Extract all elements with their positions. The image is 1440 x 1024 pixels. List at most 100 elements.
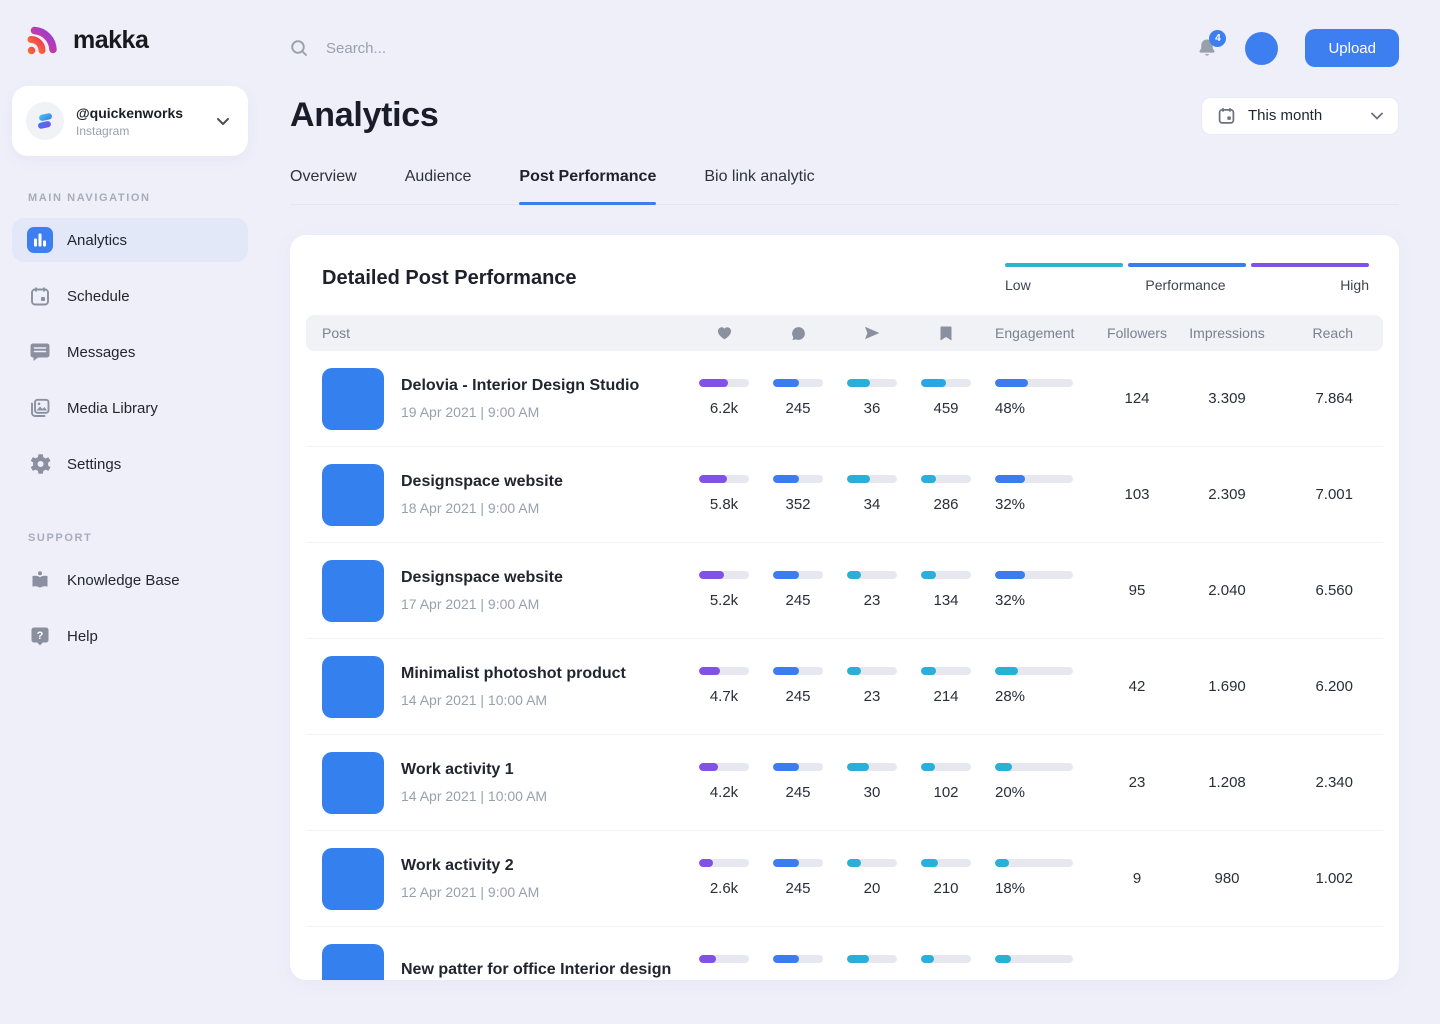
likes-value: 6.2k — [710, 400, 738, 418]
svg-text:?: ? — [37, 630, 44, 642]
table-row[interactable]: Designspace website 18 Apr 2021 | 9:00 A… — [306, 447, 1383, 543]
impressions-cell: 2.040 — [1177, 582, 1277, 600]
comments-metric: 245 — [761, 379, 835, 418]
sidebar-item-knowledge-base[interactable]: Knowledge Base — [12, 558, 248, 602]
table-row[interactable]: New patter for office Interior design — [306, 927, 1383, 980]
post-thumbnail[interactable] — [322, 752, 384, 814]
legend-mid-bar — [1128, 263, 1246, 267]
legend-low-bar — [1005, 263, 1123, 267]
upload-button[interactable]: Upload — [1305, 29, 1399, 67]
sidebar-item-schedule[interactable]: Schedule — [12, 274, 248, 318]
followers-value: 9 — [1133, 870, 1141, 887]
sidebar-item-messages[interactable]: Messages — [12, 330, 248, 374]
impressions-cell: 1.690 — [1177, 678, 1277, 696]
post-thumbnail[interactable] — [322, 368, 384, 430]
tab-bio-link-analytic[interactable]: Bio link analytic — [704, 160, 814, 204]
engagement-value: 48% — [995, 400, 1025, 418]
card-title: Detailed Post Performance — [322, 267, 577, 290]
comments-metric — [761, 955, 835, 980]
tab-post-performance[interactable]: Post Performance — [519, 160, 656, 204]
impressions-cell: 980 — [1177, 870, 1277, 888]
post-thumbnail[interactable] — [322, 656, 384, 718]
search-input[interactable] — [326, 40, 646, 57]
table-row[interactable]: Delovia - Interior Design Studio 19 Apr … — [306, 351, 1383, 447]
sidebar-item-analytics[interactable]: Analytics — [12, 218, 248, 262]
user-avatar[interactable] — [1245, 32, 1278, 65]
table-row[interactable]: Work activity 1 14 Apr 2021 | 10:00 AM 4… — [306, 735, 1383, 831]
post-thumbnail[interactable] — [322, 560, 384, 622]
image-icon — [27, 397, 53, 419]
reach-value: 2.340 — [1315, 774, 1353, 791]
sidebar-item-media-library[interactable]: Media Library — [12, 386, 248, 430]
comments-bar — [773, 571, 823, 579]
table-row[interactable]: Designspace website 17 Apr 2021 | 9:00 A… — [306, 543, 1383, 639]
followers-value: 103 — [1124, 486, 1149, 503]
sidebar-item-label: Settings — [67, 456, 121, 473]
table-row[interactable]: Work activity 2 12 Apr 2021 | 9:00 AM 2.… — [306, 831, 1383, 927]
shares-metric: 34 — [835, 475, 909, 514]
likes-bar — [699, 667, 749, 675]
comments-metric: 245 — [761, 763, 835, 802]
likes-metric: 4.2k — [687, 763, 761, 802]
analytics-tabs: Overview Audience Post Performance Bio l… — [290, 160, 1399, 205]
date-filter-dropdown[interactable]: This month — [1201, 97, 1399, 135]
tab-overview[interactable]: Overview — [290, 160, 357, 204]
reach-cell: 7.864 — [1277, 390, 1353, 408]
search-bar[interactable] — [290, 39, 1196, 57]
comments-metric: 352 — [761, 475, 835, 514]
sidebar-item-label: Help — [67, 628, 98, 645]
impressions-value: 1.690 — [1208, 678, 1246, 695]
bookmarks-value: 102 — [933, 784, 958, 802]
impressions-value: 2.040 — [1208, 582, 1246, 599]
sidebar-item-settings[interactable]: Settings — [12, 442, 248, 486]
followers-cell: 103 — [1097, 486, 1177, 504]
shares-metric: 30 — [835, 763, 909, 802]
impressions-cell: 3.309 — [1177, 390, 1277, 408]
brand-logo[interactable]: makka — [26, 24, 260, 56]
post-rows: Delovia - Interior Design Studio 19 Apr … — [306, 351, 1383, 980]
table-row[interactable]: Minimalist photoshot product 14 Apr 2021… — [306, 639, 1383, 735]
gear-icon — [27, 453, 53, 475]
legend-low-label: Low — [1005, 277, 1031, 293]
engagement-bar — [995, 667, 1073, 675]
comments-value: 245 — [785, 688, 810, 706]
likes-value: 4.2k — [710, 784, 738, 802]
followers-value: 42 — [1129, 678, 1146, 695]
shares-value: 36 — [864, 400, 881, 418]
comments-bar — [773, 667, 823, 675]
account-avatar — [26, 102, 64, 140]
account-switcher[interactable]: @quickenworks Instagram — [12, 86, 248, 156]
search-icon — [290, 39, 308, 57]
engagement-bar — [995, 475, 1073, 483]
engagement-value: 20% — [995, 784, 1025, 802]
reach-value: 7.864 — [1315, 390, 1353, 407]
column-engagement: Engagement — [983, 325, 1097, 341]
reach-cell: 7.001 — [1277, 486, 1353, 504]
post-thumbnail[interactable] — [322, 464, 384, 526]
likes-bar — [699, 955, 749, 963]
likes-metric: 5.2k — [687, 571, 761, 610]
tab-audience[interactable]: Audience — [405, 160, 472, 204]
likes-metric: 6.2k — [687, 379, 761, 418]
bookmarks-metric: 134 — [909, 571, 983, 610]
sidebar: makka @quickenworks Instagram — [0, 0, 260, 1024]
bookmarks-value: 134 — [933, 592, 958, 610]
sidebar-item-label: Media Library — [67, 400, 158, 417]
bookmarks-metric: 286 — [909, 475, 983, 514]
likes-bar — [699, 859, 749, 867]
post-thumbnail[interactable] — [322, 944, 384, 981]
reach-value: 1.002 — [1315, 870, 1353, 887]
support-label: SUPPORT — [28, 532, 260, 544]
shares-value: 23 — [864, 592, 881, 610]
post-thumbnail[interactable] — [322, 848, 384, 910]
date-filter-value: This month — [1248, 107, 1322, 124]
post-title: Minimalist photoshot product — [401, 665, 626, 683]
shares-value: 30 — [864, 784, 881, 802]
notifications-button[interactable]: 4 — [1196, 37, 1218, 60]
followers-cell: 9 — [1097, 870, 1177, 888]
sidebar-item-help[interactable]: ? Help — [12, 614, 248, 658]
post-date: 18 Apr 2021 | 9:00 AM — [401, 500, 563, 516]
bookmark-icon — [909, 326, 983, 341]
post-title: Work activity 2 — [401, 857, 539, 875]
bookmarks-value: 214 — [933, 688, 958, 706]
